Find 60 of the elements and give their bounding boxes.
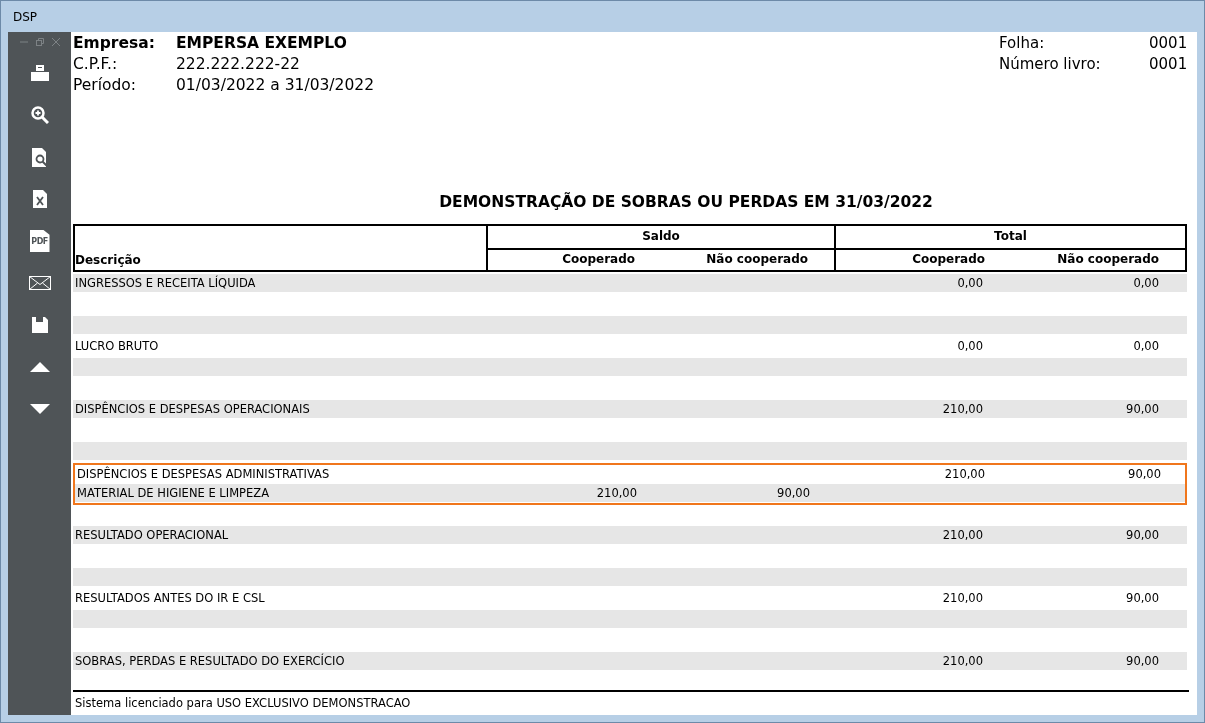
license-notice: Sistema licenciado para USO EXCLUSIVO DEMONSTRACAO (73, 690, 1189, 715)
table-row[interactable]: INGRESSOS E RECEITA LÍQUIDA 0,00 0,00 (73, 274, 1187, 295)
down-arrow-icon[interactable] (29, 404, 50, 414)
table-row[interactable]: RESULTADO OPERACIONAL 210,00 90,00 (73, 526, 1187, 547)
column-group-header: Total (994, 229, 1027, 243)
table-cell-text: 90,00 (1125, 653, 1160, 670)
table-cell-text: 210,00 (595, 485, 638, 502)
table-cell-text: 90,00 (1127, 466, 1162, 483)
table-cell-text: 210,00 (941, 590, 984, 607)
table-row[interactable]: MATERIAL DE HIGIENE E LIMPEZA 210,00 90,00 (73, 484, 1187, 505)
column-header: Cooperado (911, 251, 986, 268)
window-title: DSP (13, 9, 38, 24)
row-description: DISPÊNCIOS E DESPESAS ADMINISTRATIVAS (76, 465, 331, 483)
row-description: SOBRAS, PERDAS E RESULTADO DO EXERCÍCIO (74, 652, 346, 670)
row-description: RESULTADO OPERACIONAL (74, 527, 230, 544)
table-cell-text: 0,00 (1132, 338, 1160, 355)
table-row[interactable]: DISPÊNCIOS E DESPESAS OPERACIONAIS 210,00 90,00 (73, 400, 1187, 421)
table-row[interactable]: SOBRAS, PERDAS E RESULTADO DO EXERCÍCIO 210,00 90,00 (73, 652, 1187, 673)
table-cell-text: 210,00 (943, 466, 986, 483)
table-cell-text: 210,00 (941, 653, 984, 670)
row-description: DISPÊNCIOS E DESPESAS OPERACIONAIS (74, 400, 311, 418)
spreadsheet-file-icon[interactable] (32, 190, 47, 208)
table-cell-text: 90,00 (776, 485, 811, 502)
field-label: Período: (73, 75, 138, 96)
field-label: C.P.F.: (73, 54, 119, 75)
field-value: 01/03/2022 a 31/03/2022 (176, 75, 375, 96)
field-value: 0001 (1149, 54, 1185, 75)
field-label: Empresa: (73, 33, 156, 54)
column-group-header: Saldo (642, 229, 680, 243)
zoom-in-icon[interactable] (30, 106, 49, 124)
field-label: Número livro: (999, 54, 1102, 75)
printer-icon[interactable] (30, 65, 49, 81)
column-header: Cooperado (561, 251, 636, 268)
column-header: Descrição (75, 226, 488, 270)
table-cell-text: 210,00 (941, 527, 984, 544)
table-cell-text: 90,00 (1125, 590, 1160, 607)
table-row[interactable]: DISPÊNCIOS E DESPESAS ADMINISTRATIVAS 210,00 90,00 (73, 463, 1187, 484)
field-value: EMPERSA EXEMPLO (176, 33, 348, 54)
row-description: RESULTADOS ANTES DO IR E CSL (74, 590, 266, 607)
field-value: 0001 (1149, 33, 1185, 54)
field-label: Folha: (999, 33, 1046, 54)
table-cell-text: 210,00 (941, 401, 984, 418)
table-cell-text: 0,00 (1132, 275, 1160, 292)
table-row[interactable]: RESULTADOS ANTES DO IR E CSL 210,00 90,00 (73, 589, 1187, 610)
field-value: 222.222.222-22 (176, 54, 301, 75)
report-title: DEMONSTRAÇÃO DE SOBRAS OU PERDAS EM 31/03/2022 (438, 193, 934, 211)
document-search-icon[interactable] (30, 147, 49, 167)
row-description: INGRESSOS E RECEITA LÍQUIDA (74, 274, 257, 292)
table-cell-text: 90,00 (1125, 401, 1160, 418)
table-cell-text: 0,00 (956, 275, 984, 292)
up-arrow-icon[interactable] (29, 362, 50, 372)
table-cell-text: 90,00 (1125, 527, 1160, 544)
row-description: MATERIAL DE HIGIENE E LIMPEZA (76, 485, 270, 502)
envelope-icon[interactable] (28, 276, 51, 290)
column-header: Não cooperado (705, 251, 809, 268)
row-description: LUCRO BRUTO (74, 338, 160, 355)
column-header: Não cooperado (1056, 251, 1160, 268)
table-row[interactable]: LUCRO BRUTO 0,00 0,00 (73, 337, 1187, 358)
table-cell-text: 0,00 (956, 338, 984, 355)
pdf-file-icon[interactable]: PDF (29, 230, 50, 252)
